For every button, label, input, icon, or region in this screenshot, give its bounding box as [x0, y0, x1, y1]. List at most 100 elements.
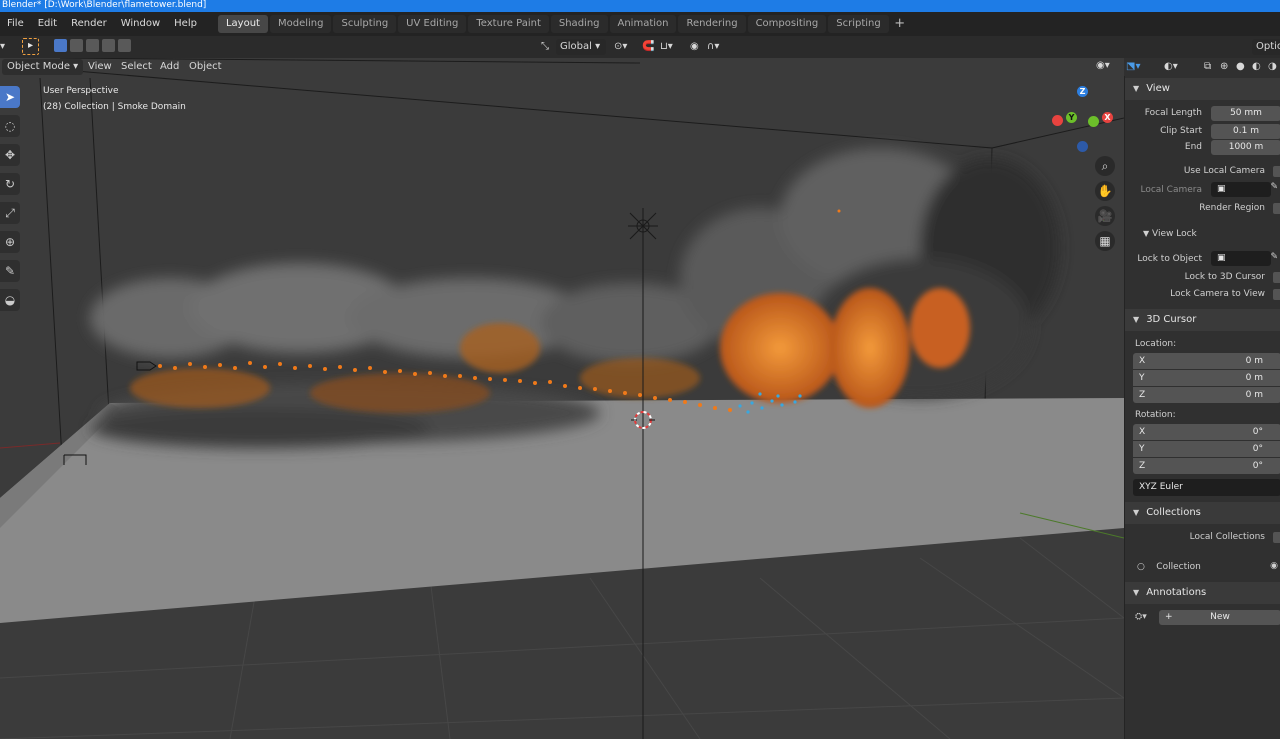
- cursor-panel-header[interactable]: ▼ 3D Cursor: [1125, 309, 1280, 331]
- visibility-icon[interactable]: ◉▾: [1096, 58, 1110, 74]
- tab-layout[interactable]: Layout: [217, 15, 268, 33]
- rotate-tool-icon[interactable]: ↻: [0, 173, 20, 195]
- tab-modeling[interactable]: Modeling: [269, 15, 332, 33]
- options-dropdown[interactable]: Optio: [1252, 39, 1280, 55]
- lock-to-object-label: Lock to Object: [1137, 254, 1202, 264]
- gizmo-y-axis[interactable]: Y: [1066, 112, 1077, 123]
- move-tool-icon[interactable]: ✥: [0, 144, 20, 166]
- tab-compositing[interactable]: Compositing: [747, 15, 827, 33]
- lock-eyedropper-icon[interactable]: ✎: [1270, 252, 1278, 262]
- render-region-checkbox[interactable]: [1273, 203, 1280, 214]
- collections-panel-title: Collections: [1146, 507, 1201, 518]
- xray-icon[interactable]: ⧉: [1204, 59, 1211, 75]
- menu-help[interactable]: Help: [167, 12, 204, 36]
- clip-start-field[interactable]: 0.1 m: [1211, 124, 1280, 139]
- falloff-icon[interactable]: ∩▾: [707, 39, 719, 55]
- select-tool-icon[interactable]: ▸: [22, 38, 39, 55]
- render-region-label: Render Region: [1199, 203, 1265, 213]
- chevron-down-icon[interactable]: ▾: [0, 39, 5, 55]
- annotation-layer-icon[interactable]: ⛭▾: [1135, 612, 1147, 622]
- local-camera-field[interactable]: ▣: [1211, 182, 1271, 197]
- tab-scripting[interactable]: Scripting: [828, 15, 889, 33]
- rendered-shading-icon[interactable]: ◑: [1268, 59, 1277, 75]
- cursor-rotation-z[interactable]: Z 0°: [1133, 458, 1280, 474]
- tab-shading[interactable]: Shading: [550, 15, 608, 33]
- mode-dropdown[interactable]: Object Mode ▾: [2, 59, 84, 75]
- lock-to-object-field[interactable]: ▣: [1211, 251, 1271, 266]
- tab-sculpting[interactable]: Sculpting: [333, 15, 397, 33]
- axis-label: Z: [1139, 390, 1146, 400]
- menu-add[interactable]: Add: [155, 59, 184, 75]
- pivot-point-icon[interactable]: ⊙▾: [614, 39, 627, 55]
- select-mode-subtract-icon[interactable]: [86, 39, 99, 52]
- pan-hand-icon[interactable]: ✋: [1095, 181, 1115, 201]
- collection-item[interactable]: ○ Collection: [1137, 562, 1201, 572]
- menu-render[interactable]: Render: [64, 12, 114, 36]
- local-collections-checkbox[interactable]: [1273, 532, 1280, 543]
- cursor-rotation-x[interactable]: X 0°: [1133, 424, 1280, 440]
- eyedropper-icon[interactable]: ✎: [1270, 182, 1278, 192]
- select-box-tool-icon[interactable]: ➤: [0, 86, 20, 108]
- axis-value: 0 m: [1245, 390, 1263, 400]
- menu-edit[interactable]: Edit: [31, 12, 64, 36]
- axis-value: 0 m: [1245, 373, 1263, 383]
- rotation-mode-dropdown[interactable]: XYZ Euler: [1133, 479, 1280, 496]
- select-mode-extend-icon[interactable]: [70, 39, 83, 52]
- menu-view[interactable]: View: [83, 59, 117, 75]
- axis-label: X: [1139, 356, 1146, 366]
- view-lock-title: View Lock: [1152, 229, 1197, 239]
- use-local-camera-checkbox[interactable]: [1273, 166, 1280, 177]
- select-mode-intersect-icon[interactable]: [118, 39, 131, 52]
- proportional-edit-icon[interactable]: ◉: [690, 39, 699, 55]
- lock-to-3d-cursor-checkbox[interactable]: [1273, 272, 1280, 283]
- gizmo-x-axis[interactable]: X: [1102, 112, 1113, 123]
- overlay-icon[interactable]: ◐▾: [1164, 59, 1178, 75]
- focal-length-field[interactable]: 50 mm: [1211, 106, 1280, 121]
- perspective-toggle-icon[interactable]: ▦: [1095, 231, 1115, 251]
- annotate-tool-icon[interactable]: ✎: [0, 260, 20, 282]
- measure-tool-icon[interactable]: ◒: [0, 289, 20, 311]
- cursor-location-x[interactable]: X 0 m: [1133, 353, 1280, 369]
- tab-rendering[interactable]: Rendering: [678, 15, 746, 33]
- cursor-location-z[interactable]: Z 0 m: [1133, 387, 1280, 403]
- cursor-location-y[interactable]: Y 0 m: [1133, 370, 1280, 386]
- tab-uv-editing[interactable]: UV Editing: [398, 15, 467, 33]
- transform-orientation-dropdown[interactable]: Global ▾: [556, 39, 606, 55]
- select-mode-new-icon[interactable]: [54, 39, 67, 52]
- eye-icon[interactable]: ◉: [1270, 561, 1278, 571]
- 3d-viewport[interactable]: Object Mode ▾ View Select Add Object ◉▾ …: [0, 58, 1124, 739]
- tab-animation[interactable]: Animation: [609, 15, 677, 33]
- zoom-icon[interactable]: ⌕: [1095, 156, 1115, 176]
- select-mode-invert-icon[interactable]: [102, 39, 115, 52]
- solid-shading-icon[interactable]: ●: [1236, 59, 1245, 75]
- transform-tool-icon[interactable]: ⊕: [0, 231, 20, 253]
- gizmo-z-axis[interactable]: Z: [1077, 86, 1088, 97]
- snap-icon[interactable]: 🧲: [642, 39, 654, 55]
- snap-target-icon[interactable]: ⊔▾: [660, 39, 673, 55]
- menu-object[interactable]: Object: [184, 59, 227, 75]
- gizmo-neg-y-dot[interactable]: [1088, 116, 1099, 127]
- gizmo-neg-z-dot[interactable]: [1077, 141, 1088, 152]
- lock-camera-to-view-checkbox[interactable]: [1273, 289, 1280, 300]
- view-panel-header[interactable]: ▼ View: [1125, 78, 1280, 100]
- collections-panel-header[interactable]: ▼ Collections: [1125, 502, 1280, 524]
- focal-length-label: Focal Length: [1144, 108, 1202, 118]
- menu-select[interactable]: Select: [116, 59, 157, 75]
- view-lock-header[interactable]: ▼ View Lock: [1143, 229, 1197, 239]
- clip-end-field[interactable]: 1000 m: [1211, 140, 1280, 155]
- new-annotation-button[interactable]: + New: [1159, 610, 1280, 625]
- wireframe-shading-icon[interactable]: ⊕: [1220, 59, 1228, 75]
- gizmo-neg-x-dot[interactable]: [1052, 115, 1063, 126]
- camera-view-icon[interactable]: 🎥: [1095, 206, 1115, 226]
- material-shading-icon[interactable]: ◐: [1252, 59, 1261, 75]
- tab-texture-paint[interactable]: Texture Paint: [468, 15, 549, 33]
- gizmo-toggle-icon[interactable]: ⬔▾: [1126, 59, 1140, 75]
- menu-window[interactable]: Window: [114, 12, 167, 36]
- rotation-label: Rotation:: [1135, 410, 1176, 420]
- scale-tool-icon[interactable]: ⤢: [0, 202, 20, 224]
- cursor-rotation-y[interactable]: Y 0°: [1133, 441, 1280, 457]
- menu-file[interactable]: File: [0, 12, 31, 36]
- cursor-tool-icon[interactable]: ◌: [0, 115, 20, 137]
- annotations-panel-header[interactable]: ▼ Annotations: [1125, 582, 1280, 604]
- add-workspace-button[interactable]: +: [891, 15, 909, 33]
